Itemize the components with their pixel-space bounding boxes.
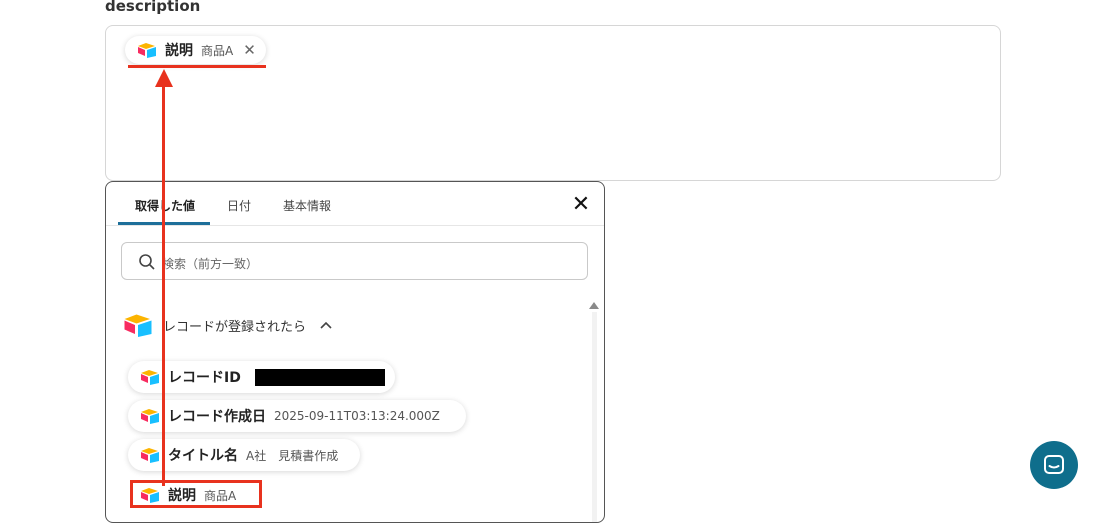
search-icon	[139, 254, 155, 270]
scrollbar[interactable]	[592, 312, 597, 522]
annotation-underline	[128, 65, 266, 68]
group-header[interactable]: レコードが登録されたら	[123, 313, 332, 337]
airtable-logo-icon	[123, 313, 153, 337]
list-item[interactable]: レコード作成日 2025-09-11T03:13:24.000Z	[128, 400, 466, 432]
item-name: タイトル名	[168, 448, 238, 464]
redacted-value	[254, 368, 385, 386]
item-value: A社 見積書作成	[246, 448, 339, 463]
close-icon[interactable]: ✕	[243, 41, 256, 59]
scroll-up-arrow-icon[interactable]	[589, 302, 599, 309]
chip-name: 説明	[165, 43, 193, 59]
airtable-logo-icon	[140, 369, 160, 385]
chat-icon	[1044, 455, 1064, 474]
tab-date[interactable]: 日付	[227, 197, 251, 214]
description-value-chip[interactable]: 説明 商品A ✕	[125, 36, 266, 64]
field-label: description	[105, 0, 201, 15]
search-input[interactable]: 検索（前方一致）	[121, 242, 588, 280]
item-value: 2025-09-11T03:13:24.000Z	[274, 409, 440, 423]
airtable-logo-icon	[137, 42, 157, 58]
item-name: レコード作成日	[168, 409, 266, 425]
chevron-up-icon[interactable]	[320, 321, 332, 329]
search-placeholder: 検索（前方一致）	[162, 257, 259, 271]
tab-retrieved-values[interactable]: 取得した値	[135, 197, 195, 214]
airtable-logo-icon	[140, 447, 160, 463]
list-item[interactable]: レコードID	[128, 361, 395, 393]
close-icon[interactable]: ✕	[570, 194, 592, 216]
chat-button[interactable]	[1030, 441, 1078, 489]
airtable-logo-icon	[140, 408, 160, 424]
value-picker-panel: 取得した値 日付 基本情報 ✕ 検索（前方一致） レコードが登録されたら	[105, 181, 605, 523]
chip-value: 商品A	[201, 43, 234, 58]
tab-bar: 取得した値 日付 基本情報 ✕	[106, 182, 604, 226]
annotation-arrow-head	[155, 69, 173, 87]
tab-basic-info[interactable]: 基本情報	[283, 197, 331, 214]
group-label: レコードが登録されたら	[163, 319, 307, 335]
annotation-arrow	[162, 84, 165, 486]
annotation-highlight-box	[130, 480, 262, 508]
item-name: レコードID	[168, 370, 241, 386]
